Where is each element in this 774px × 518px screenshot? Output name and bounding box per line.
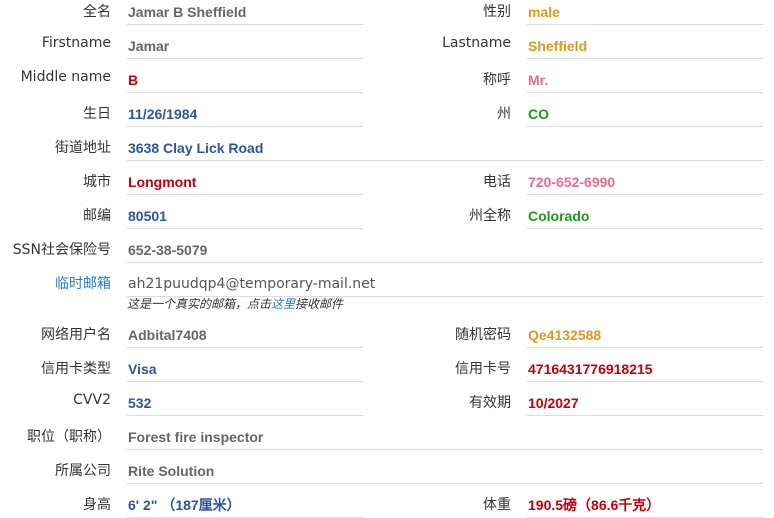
occupation-label: 职位（职称） — [27, 429, 111, 445]
state-full-value: Colorado — [527, 204, 763, 229]
firstname-value: Jamar — [127, 34, 363, 59]
expiry-label: 有效期 — [469, 395, 511, 411]
company-label: 所属公司 — [55, 463, 111, 479]
username-value: Adbital7408 — [127, 323, 363, 348]
street-label: 街道地址 — [55, 140, 111, 156]
title-value: Mr. — [527, 68, 763, 93]
receive-mail-link[interactable]: 这里 — [271, 297, 295, 311]
state-value: CO — [527, 102, 763, 127]
middlename-value: B — [127, 68, 363, 93]
gender-value: male — [527, 0, 763, 25]
weight-value: 190.5磅（86.6千克） — [527, 493, 763, 518]
height-label: 身高 — [83, 497, 111, 513]
city-label: 城市 — [83, 174, 111, 190]
ssn-label: SSN社会保险号 — [12, 242, 111, 258]
card-type-label: 信用卡类型 — [41, 361, 111, 377]
card-number-label: 信用卡号 — [455, 361, 511, 377]
state-label: 州 — [497, 106, 511, 122]
temp-email-link[interactable]: 临时邮箱 — [55, 273, 111, 293]
username-label: 网络用户名 — [41, 327, 111, 343]
birthday-value: 11/26/1984 — [127, 102, 363, 127]
password-value: Qe4132588 — [527, 323, 763, 348]
city-value: Longmont — [127, 170, 363, 195]
ssn-value: 652-38-5079 — [127, 238, 763, 263]
weight-label: 体重 — [483, 497, 511, 513]
middlename-label: Middle name — [20, 69, 111, 85]
firstname-label: Firstname — [41, 35, 111, 51]
email-value: ah21puudqp4@temporary-mail.net — [127, 272, 763, 297]
email-note: 这是一个真实的邮箱，点击这里接收邮件 — [127, 295, 343, 312]
fullname-value: Jamar B Sheffield — [127, 0, 363, 25]
expiry-value: 10/2027 — [527, 391, 763, 416]
card-number-value: 4716431776918215 — [527, 357, 763, 382]
phone-value: 720-652-6990 — [527, 170, 763, 195]
card-type-value: Visa — [127, 357, 363, 382]
cvv2-value: 532 — [127, 391, 363, 416]
password-label: 随机密码 — [455, 327, 511, 343]
street-value: 3638 Clay Lick Road — [127, 136, 763, 161]
lastname-label: Lastname — [442, 35, 511, 51]
zip-value: 80501 — [127, 204, 363, 229]
company-value: Rite Solution — [127, 459, 763, 484]
fullname-label: 全名 — [83, 4, 111, 20]
lastname-value: Sheffield — [527, 34, 763, 59]
cvv2-label: CVV2 — [73, 392, 111, 408]
title-label: 称呼 — [483, 72, 511, 88]
gender-label: 性别 — [483, 4, 511, 20]
email-note-suffix: 接收邮件 — [295, 297, 344, 311]
phone-label: 电话 — [483, 174, 511, 190]
occupation-value: Forest fire inspector — [127, 425, 763, 450]
zip-label: 邮编 — [83, 208, 111, 224]
email-note-text: 这是一个真实的邮箱，点击 — [127, 297, 272, 311]
height-value: 6' 2" （187厘米） — [127, 493, 363, 518]
birthday-label: 生日 — [83, 106, 111, 122]
state-full-label: 州全称 — [469, 208, 511, 224]
